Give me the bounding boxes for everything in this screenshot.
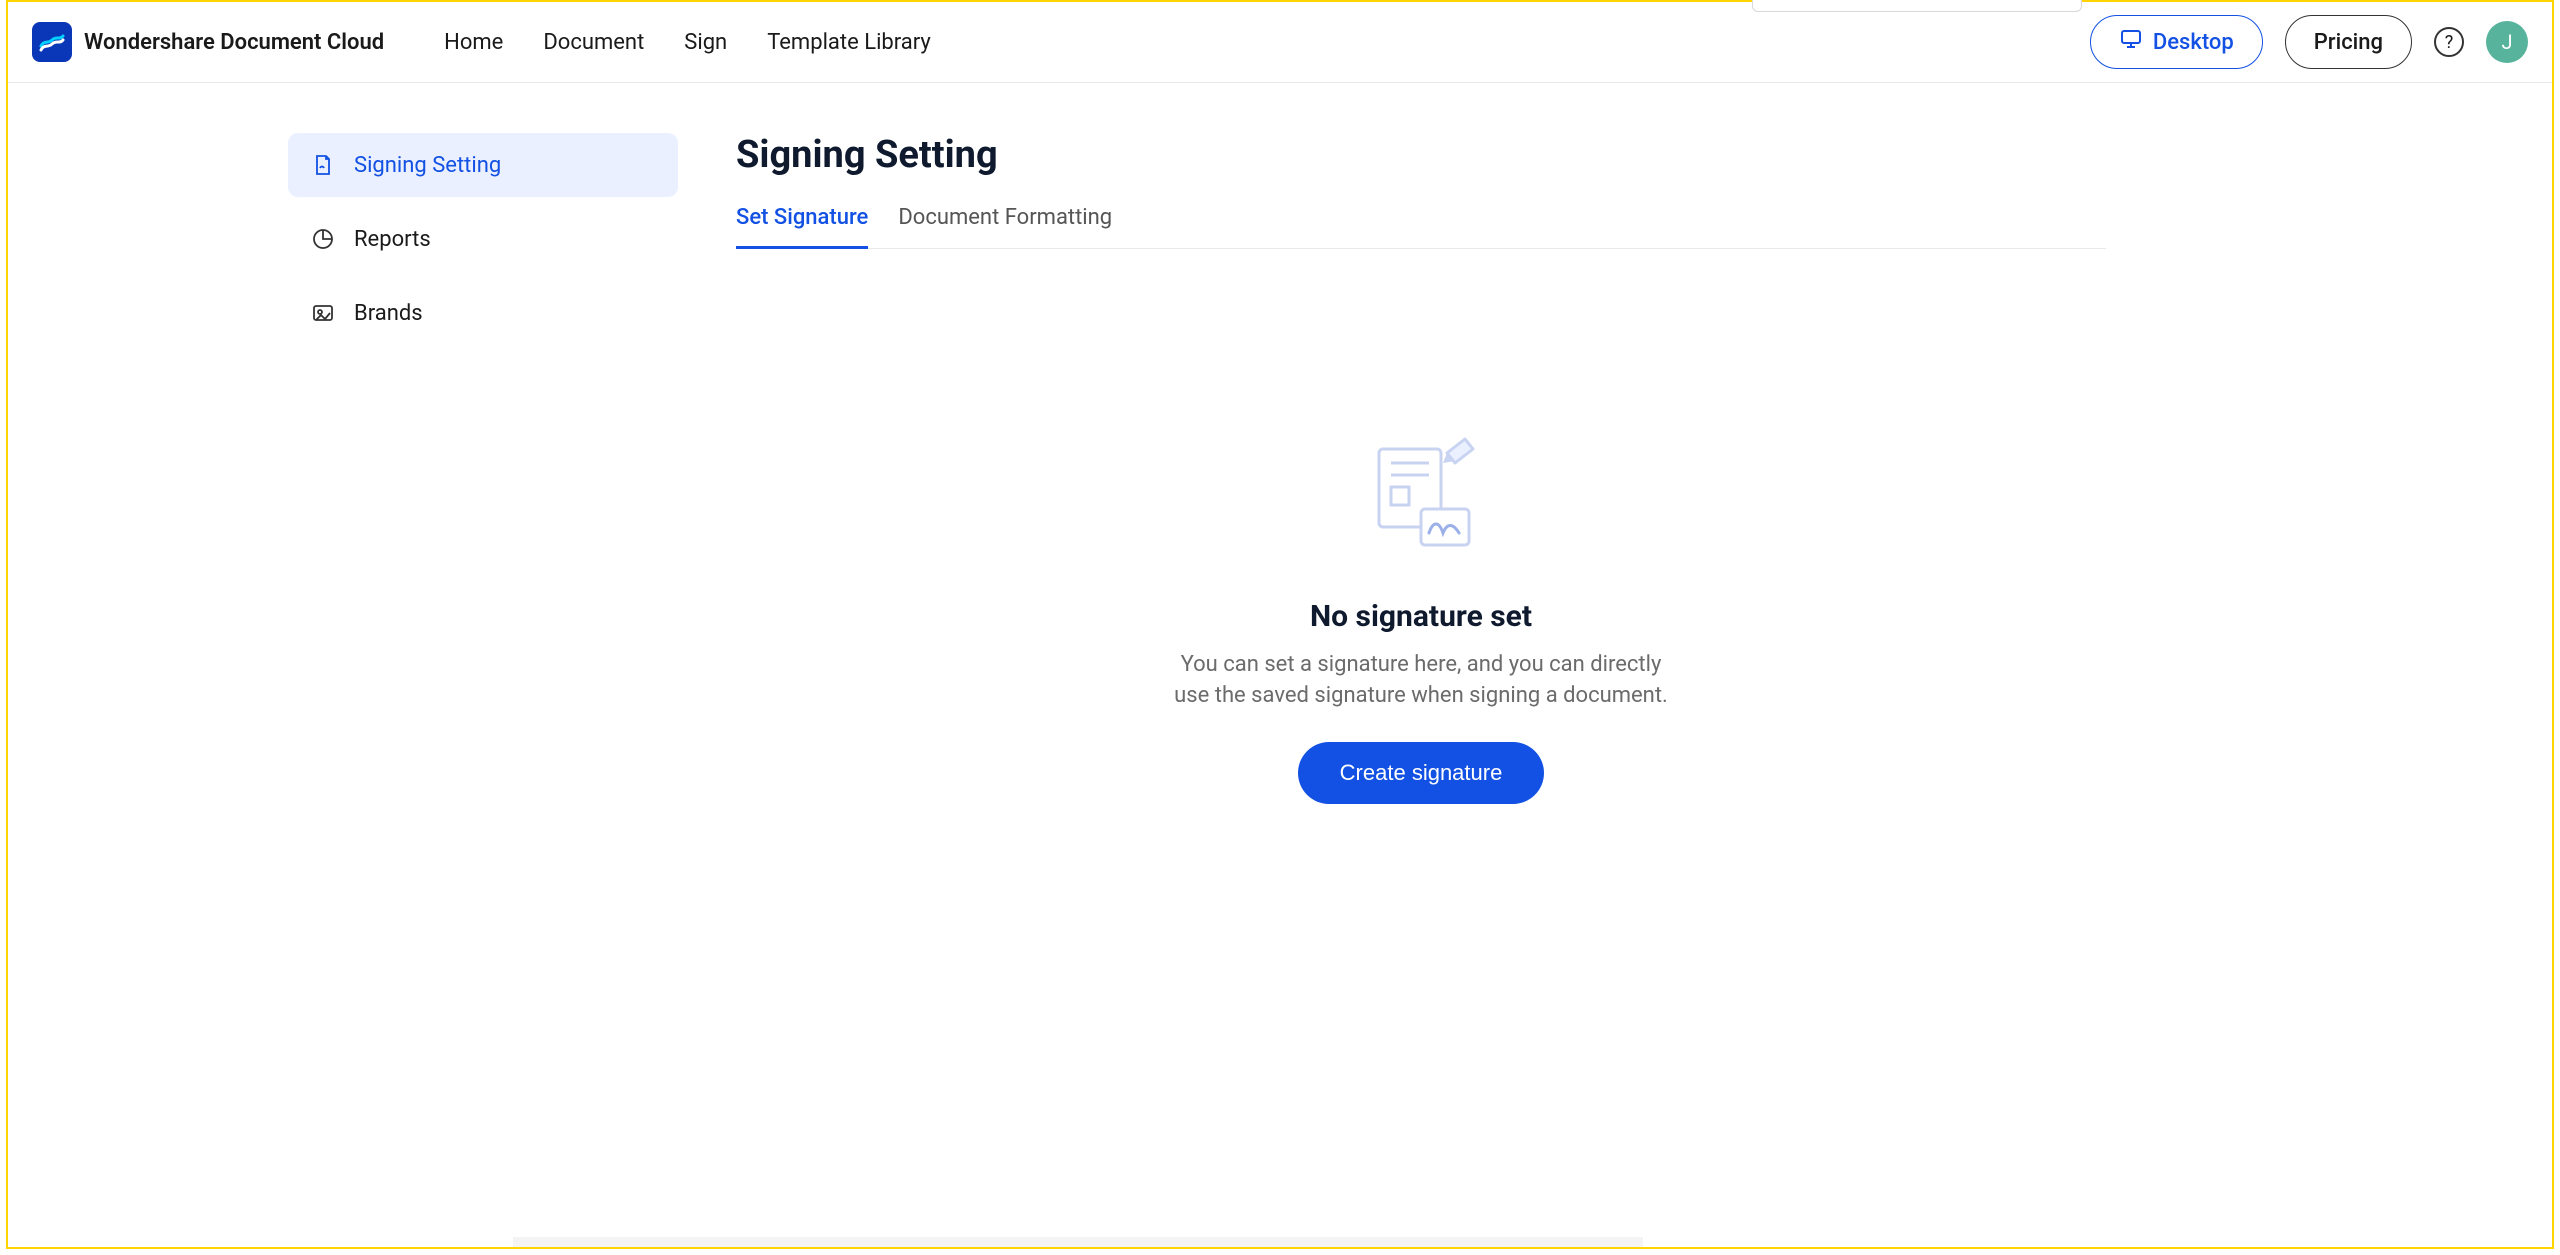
desktop-button-label: Desktop <box>2153 30 2234 55</box>
create-signature-button[interactable]: Create signature <box>1298 742 1545 804</box>
sidebar-item-label: Reports <box>354 227 431 252</box>
app-header: Wondershare Document Cloud Home Document… <box>8 2 2552 83</box>
nav-item-sign[interactable]: Sign <box>684 30 727 55</box>
tab-set-signature[interactable]: Set Signature <box>736 205 868 249</box>
brands-icon <box>310 300 336 326</box>
brand-name: Wondershare Document Cloud <box>84 30 384 55</box>
empty-state-description: You can set a signature here, and you ca… <box>1161 650 1681 712</box>
sidebar-item-label: Brands <box>354 301 423 326</box>
brand-logo-icon <box>32 22 72 62</box>
sidebar-item-label: Signing Setting <box>354 153 501 178</box>
page-title: Signing Setting <box>736 133 2512 177</box>
reports-icon <box>310 226 336 252</box>
settings-sidebar: Signing Setting Reports <box>8 133 736 1247</box>
empty-state-title: No signature set <box>1310 599 1532 634</box>
avatar-initial: J <box>2501 30 2512 54</box>
desktop-button[interactable]: Desktop <box>2090 15 2263 69</box>
header-actions: Desktop Pricing ? J <box>2090 15 2528 69</box>
main-content: Signing Setting Set Signature Document F… <box>736 133 2552 1247</box>
monitor-icon <box>2119 27 2143 57</box>
avatar[interactable]: J <box>2486 21 2528 63</box>
signature-icon <box>310 152 336 178</box>
tab-document-formatting[interactable]: Document Formatting <box>898 205 1112 249</box>
tab-bar: Set Signature Document Formatting <box>736 205 2106 249</box>
sidebar-item-signing-setting[interactable]: Signing Setting <box>288 133 678 197</box>
sidebar-item-reports[interactable]: Reports <box>288 207 678 271</box>
nav-item-home[interactable]: Home <box>444 30 503 55</box>
nav-item-document[interactable]: Document <box>543 30 644 55</box>
empty-signature-illustration-icon <box>1351 429 1491 569</box>
bottom-bar-stub <box>513 1237 1643 1247</box>
help-icon[interactable]: ? <box>2434 27 2464 57</box>
empty-state: No signature set You can set a signature… <box>736 429 2106 804</box>
brand[interactable]: Wondershare Document Cloud <box>32 22 384 62</box>
pricing-button[interactable]: Pricing <box>2285 15 2412 69</box>
sidebar-item-brands[interactable]: Brands <box>288 281 678 345</box>
main-nav: Home Document Sign Template Library <box>444 30 931 55</box>
app-body: Signing Setting Reports <box>8 83 2552 1247</box>
nav-item-template-library[interactable]: Template Library <box>767 30 931 55</box>
pricing-button-label: Pricing <box>2314 30 2383 55</box>
